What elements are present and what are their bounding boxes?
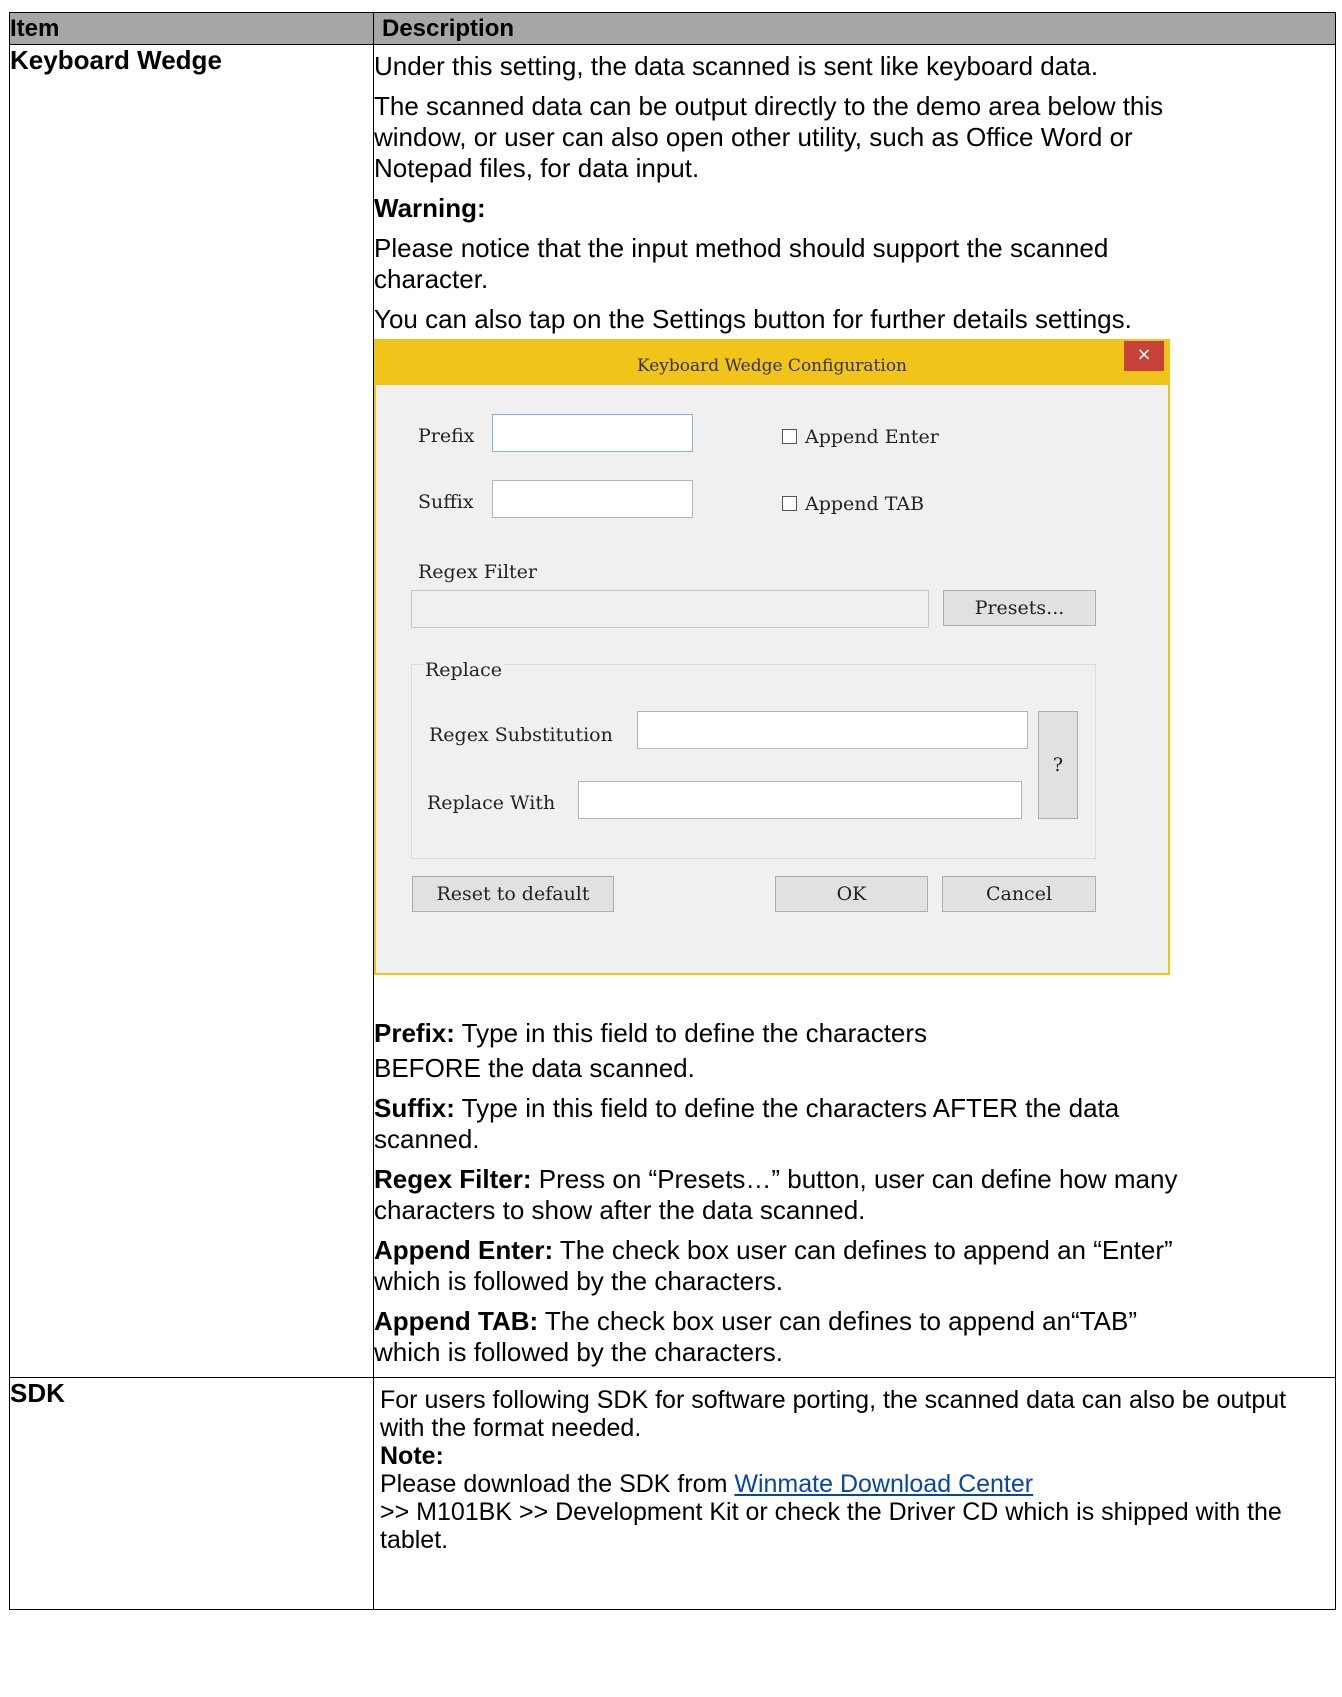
suffix-input[interactable]: [492, 480, 693, 518]
table-row-keyboard-wedge: Keyboard Wedge Under this setting, the d…: [9, 44, 1336, 1378]
regex-substitution-label: Regex Substitution: [429, 724, 613, 746]
append-tab-checkbox[interactable]: Append TAB: [782, 489, 924, 520]
suffix-description: Suffix: Type in this field to define the…: [374, 1093, 1120, 1154]
keyboard-wedge-dialog: Keyboard Wedge Configuration × Prefix Ap…: [374, 339, 1170, 975]
header-item: Item: [9, 12, 374, 45]
prefix-input[interactable]: [492, 414, 693, 452]
kw-warning-label: Warning:: [374, 193, 486, 223]
kw-paragraph-4: You can also tap on the Settings button …: [374, 304, 1132, 334]
regex-substitution-input[interactable]: [637, 711, 1028, 749]
dialog-title: Keyboard Wedge Configuration: [636, 356, 908, 376]
dialog-title-bar: Keyboard Wedge Configuration ×: [376, 341, 1168, 385]
sdk-paragraph-3: >> M101BK >> Development Kit or check th…: [380, 1498, 1282, 1554]
item-keyboard-wedge: Keyboard Wedge: [9, 44, 374, 1378]
close-icon[interactable]: ×: [1124, 341, 1164, 371]
kw-paragraph-3: Please notice that the input method shou…: [374, 233, 1109, 294]
table-row-sdk: SDK For users following SDK for software…: [9, 1377, 1336, 1610]
prefix-label: Prefix: [418, 425, 475, 447]
kw-paragraph-2: The scanned data can be output directly …: [374, 91, 1164, 183]
table-header-row: Item Description: [9, 12, 1336, 45]
description-keyboard-wedge: Under this setting, the data scanned is …: [373, 44, 1336, 1378]
suffix-label: Suffix: [418, 491, 474, 513]
sdk-note-label: Note:: [380, 1442, 444, 1470]
reset-to-default-button[interactable]: Reset to default: [412, 876, 614, 912]
checkbox-icon: [782, 495, 797, 511]
winmate-download-center-link[interactable]: Winmate Download Center: [734, 1470, 1033, 1498]
spec-table: Item Description Keyboard Wedge Under th…: [9, 12, 1336, 1610]
replace-with-input[interactable]: [578, 781, 1022, 819]
sdk-paragraph-1: For users following SDK for software por…: [380, 1386, 1287, 1442]
checkbox-icon: [782, 428, 797, 444]
regex-filter-description: Regex Filter: Press on “Presets…” button…: [374, 1164, 1178, 1225]
regex-filter-input[interactable]: [411, 590, 929, 628]
presets-button[interactable]: Presets...: [943, 590, 1096, 626]
item-sdk: SDK: [9, 1377, 374, 1610]
help-button[interactable]: ?: [1038, 711, 1078, 819]
append-tab-description: Append TAB: The check box user can defin…: [374, 1306, 1137, 1367]
replace-with-label: Replace With: [427, 792, 556, 814]
ok-button[interactable]: OK: [775, 876, 928, 912]
header-description: Description: [373, 12, 1336, 45]
description-sdk: For users following SDK for software por…: [373, 1377, 1336, 1610]
kw-paragraph-1: Under this setting, the data scanned is …: [374, 51, 1099, 81]
regex-filter-label: Regex Filter: [418, 561, 538, 583]
append-enter-checkbox[interactable]: Append Enter: [782, 422, 939, 453]
replace-label: Replace: [423, 655, 505, 686]
replace-group: [411, 664, 1096, 859]
append-enter-description: Append Enter: The check box user can def…: [374, 1235, 1173, 1296]
sdk-paragraph-2: Please download the SDK from Winmate Dow…: [380, 1470, 1034, 1498]
cancel-button[interactable]: Cancel: [942, 876, 1096, 912]
prefix-description-cont: BEFORE the data scanned.: [374, 1053, 695, 1083]
prefix-description: Prefix: Type in this field to define the…: [374, 1018, 928, 1048]
